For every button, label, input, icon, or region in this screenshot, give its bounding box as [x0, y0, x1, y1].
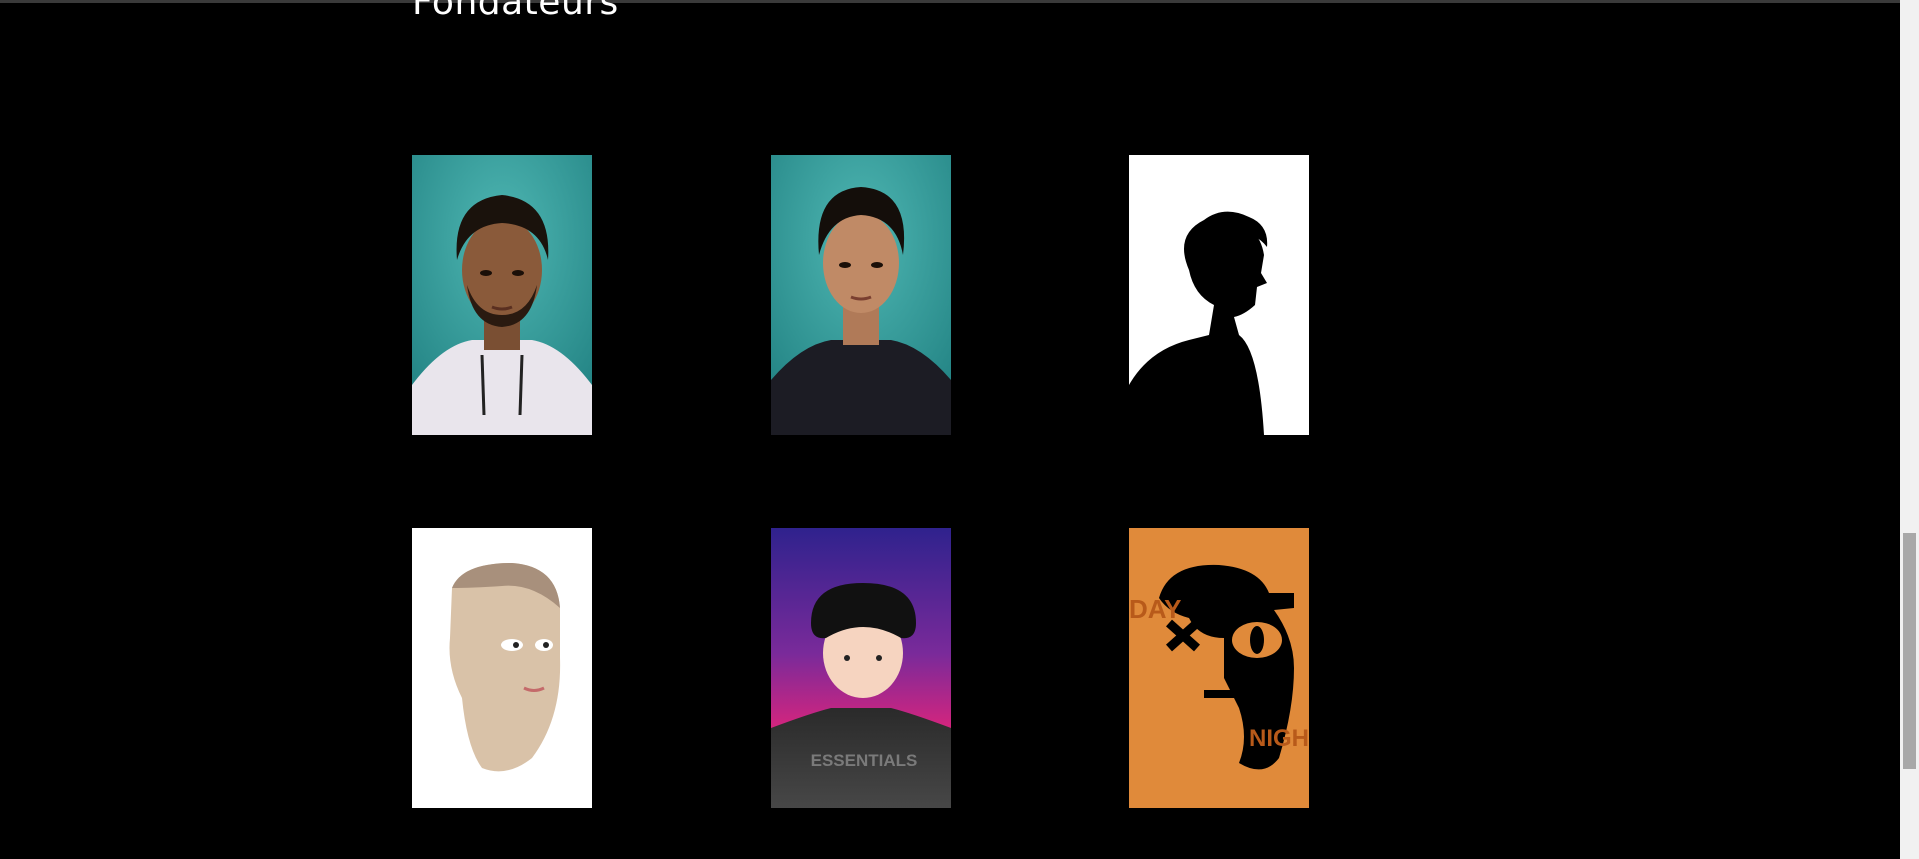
- top-border: [0, 0, 1900, 3]
- founder-photo-1: [412, 155, 592, 435]
- shirt-text: ESSENTIALS: [811, 751, 918, 770]
- founder-card-4[interactable]: [412, 528, 592, 808]
- vertical-scrollbar[interactable]: [1900, 0, 1919, 859]
- founder-card-6[interactable]: DAY NIGHT: [1129, 528, 1309, 808]
- section-title: Fondateurs: [412, 0, 619, 23]
- founder-card-3[interactable]: [1129, 155, 1309, 435]
- founder-card-2[interactable]: [771, 155, 951, 435]
- day-text: DAY: [1129, 594, 1182, 624]
- founder-photo-2: [771, 155, 951, 435]
- scrollbar-thumb[interactable]: [1903, 533, 1916, 769]
- founder-silhouette: [1129, 155, 1309, 435]
- night-text: NIGHT: [1249, 725, 1309, 752]
- founder-card-5[interactable]: ESSENTIALS: [771, 528, 951, 808]
- founder-cartoon-essentials: ESSENTIALS: [771, 528, 951, 808]
- founder-3d-head: [412, 528, 592, 808]
- founder-card-1[interactable]: [412, 155, 592, 435]
- founder-day-night-poster: DAY NIGHT: [1129, 528, 1309, 808]
- page: Fondateurs ESSENTIALS DAY NIGH: [0, 0, 1900, 859]
